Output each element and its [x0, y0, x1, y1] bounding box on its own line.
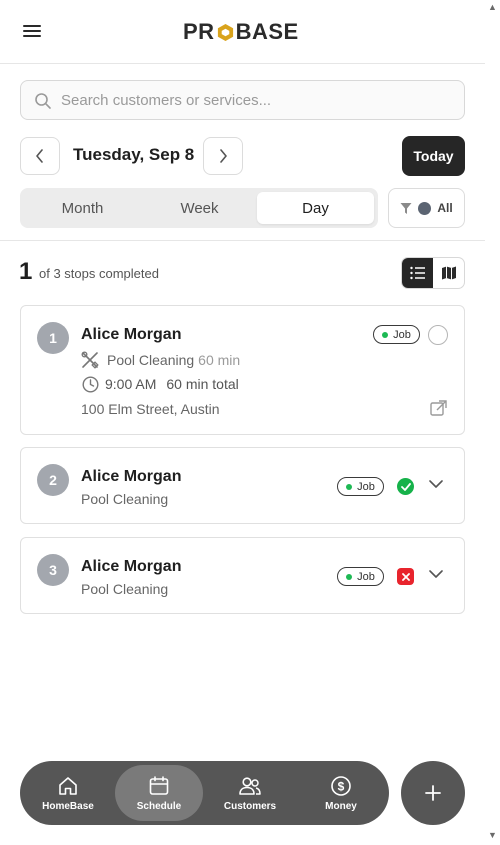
job-badge-label: Job [357, 480, 375, 493]
schedule-app: PR BASE Tuesday, Sep 8 Today Month Week … [0, 0, 485, 845]
page-scrollbar[interactable]: ▲ ▼ [485, 0, 500, 845]
stop-number: 3 [37, 554, 69, 586]
nav-money[interactable]: $ Money [297, 765, 385, 821]
service-name: Pool Cleaning [107, 352, 195, 368]
today-button[interactable]: Today [402, 136, 465, 176]
filter-button[interactable]: All [388, 188, 465, 228]
cancelled-status-icon[interactable] [397, 568, 414, 585]
tools-icon [81, 351, 99, 369]
chevron-right-icon [220, 149, 227, 163]
logo-text-left: PR [183, 19, 215, 44]
list-view-button[interactable] [402, 258, 433, 288]
nav-schedule[interactable]: Schedule [115, 765, 203, 821]
check-icon [400, 482, 411, 491]
time-line: 9:00 AM 60 min total [105, 376, 239, 392]
users-icon [239, 776, 261, 795]
service-duration: 60 min [198, 352, 241, 368]
nav-schedule-label: Schedule [136, 800, 182, 812]
job-badge: Job [337, 477, 384, 496]
view-toggle: Month Week Day [20, 188, 378, 228]
service-line: Pool Cleaning 60 min [107, 352, 240, 368]
filter-color-dot [418, 201, 432, 215]
completed-label: of 3 stops completed [39, 266, 159, 281]
logo-text-right: BASE [235, 19, 299, 44]
external-link-icon[interactable] [430, 400, 447, 417]
nav-homebase[interactable]: HomeBase [24, 765, 112, 821]
add-button[interactable] [401, 761, 465, 825]
search-input[interactable] [61, 81, 456, 119]
customer-name: Alice Morgan [81, 468, 182, 485]
view-day-tab[interactable]: Day [257, 192, 374, 224]
svg-text:$: $ [338, 779, 345, 793]
calendar-icon [149, 775, 169, 795]
job-badge: Job [337, 567, 384, 586]
job-badge-label: Job [393, 328, 411, 341]
start-time: 9:00 AM [105, 376, 157, 392]
search-icon [35, 93, 51, 109]
stop-card[interactable]: 3 Alice Morgan Pool Cleaning Job [20, 537, 465, 614]
service-name: Pool Cleaning [81, 581, 169, 597]
clock-icon [82, 376, 99, 393]
job-badge: Job [373, 325, 420, 344]
view-week-tab[interactable]: Week [141, 192, 258, 224]
search-box [20, 80, 465, 120]
next-day-button[interactable] [203, 137, 243, 175]
chevron-left-icon [36, 149, 43, 163]
stop-number: 1 [37, 322, 69, 354]
view-month-tab[interactable]: Month [24, 192, 141, 224]
address: 100 Elm Street, Austin [81, 401, 220, 417]
completed-count: 1 [19, 258, 33, 285]
nav-money-label: Money [325, 800, 357, 812]
close-icon [401, 572, 410, 581]
nav-customers-label: Customers [223, 800, 277, 812]
total-duration: 60 min total [166, 376, 239, 392]
map-icon [441, 266, 456, 280]
list-icon [409, 266, 425, 280]
map-view-button[interactable] [433, 258, 464, 288]
top-header: PR BASE [0, 0, 485, 64]
job-status-dot [346, 573, 353, 580]
customer-name: Alice Morgan [81, 558, 182, 575]
nav-homebase-label: HomeBase [42, 800, 94, 812]
home-icon [59, 776, 77, 795]
job-status-dot [382, 331, 389, 338]
stop-card[interactable]: 1 Alice Morgan Job Pool Cleaning 60 min 9… [20, 305, 465, 435]
completed-status-icon[interactable] [397, 478, 414, 495]
dollar-icon: $ [331, 775, 351, 796]
logo-hex-icon [217, 23, 233, 41]
layout-toggle [401, 257, 465, 289]
scroll-down-icon[interactable]: ▼ [485, 828, 500, 843]
previous-day-button[interactable] [20, 137, 60, 175]
bottom-navigation: HomeBase Schedule Customers $ Money [20, 761, 389, 825]
stop-card[interactable]: 2 Alice Morgan Pool Cleaning Job [20, 447, 465, 524]
service-name: Pool Cleaning [81, 491, 169, 507]
filter-label: All [437, 201, 453, 215]
probase-logo: PR BASE [183, 19, 299, 45]
hamburger-menu-icon[interactable] [20, 22, 44, 42]
complete-toggle[interactable] [428, 325, 448, 345]
date-title: Tuesday, Sep 8 [73, 145, 195, 164]
job-status-dot [346, 483, 353, 490]
nav-customers[interactable]: Customers [206, 765, 294, 821]
filter-icon [400, 202, 412, 214]
plus-icon [425, 785, 441, 801]
scroll-up-icon[interactable]: ▲ [485, 0, 500, 15]
stop-number: 2 [37, 464, 69, 496]
chevron-down-icon[interactable] [429, 569, 443, 579]
section-divider [0, 240, 485, 241]
customer-name: Alice Morgan [81, 326, 182, 343]
job-badge-label: Job [357, 570, 375, 583]
chevron-down-icon[interactable] [429, 479, 443, 489]
